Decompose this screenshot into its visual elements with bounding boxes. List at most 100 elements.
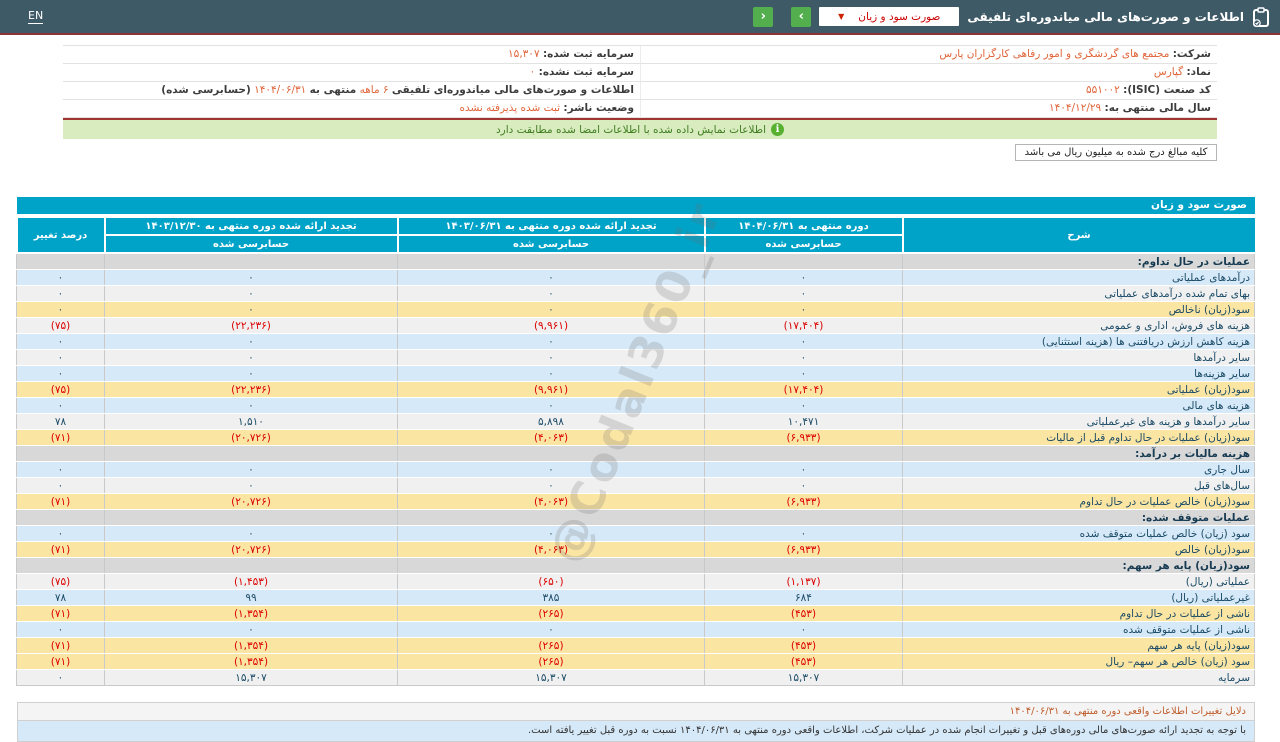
company-row: شرکت: مجتمع های گردشگری و امور رفاهی کار… xyxy=(640,46,1217,64)
row-value: ۰ xyxy=(104,477,398,494)
row-label: سود(زیان) عملیاتی xyxy=(902,381,1255,398)
footnote-text: با توجه به تجدید ارائه صورت‌های مالی دور… xyxy=(17,721,1255,742)
row-value: (۴,۰۶۳) xyxy=(397,541,705,558)
row-label: بهای تمام شده درآمدهای عملیاتی xyxy=(902,285,1255,302)
row-value: (۲۰,۷۲۶) xyxy=(104,429,398,446)
row-value: (۹,۹۶۱) xyxy=(397,317,705,334)
row-value xyxy=(397,253,705,270)
row-value: (۱۷,۴۰۴) xyxy=(704,317,903,334)
row-value: (۲۰,۷۲۶) xyxy=(104,493,398,510)
row-value: ۰ xyxy=(704,333,903,350)
row-value: ۰ xyxy=(397,301,705,318)
row-value: ۰ xyxy=(397,365,705,382)
table-row: ناشی از عملیات در حال تداوم (۴۵۳) (۲۶۵) (۱,… xyxy=(16,605,1255,622)
row-value: ۰ xyxy=(104,365,398,382)
table-row: سایر درآمدها ۰ ۰ ۰ ۰ xyxy=(16,349,1255,366)
chevron-down-icon: ▼ xyxy=(838,12,845,21)
row-value: (۱,۴۵۳) xyxy=(104,573,398,590)
row-value: ۰ xyxy=(704,285,903,302)
unregistered-capital-row: سرمایه ثبت نشده: ۰ xyxy=(63,64,640,82)
row-value: ۰ xyxy=(704,365,903,382)
table-row: سایر درآمدها و هزینه های غیرعملیاتی ۱۰,۴۷… xyxy=(16,413,1255,430)
row-value: ۰ xyxy=(16,365,105,382)
table-header: شرح دوره منتهی به ۱۴۰۴/۰۶/۳۱ تجدید ارائه… xyxy=(15,216,1255,254)
row-value: (۷۱) xyxy=(16,429,105,446)
table-row: سود(زیان) خالص (۶,۹۳۳) (۴,۰۶۳) (۲۰,۷۲۶) (۷۱) xyxy=(16,541,1255,558)
col-subheader-audited-2: حسابرسی شده xyxy=(396,234,706,254)
row-label: عملیات در حال تداوم: xyxy=(902,253,1255,270)
row-value xyxy=(104,253,398,270)
row-value: ۰ xyxy=(104,285,398,302)
row-value: (۷۵) xyxy=(16,317,105,334)
row-value: ۰ xyxy=(104,461,398,478)
row-value: ۰ xyxy=(397,333,705,350)
row-value: ۰ xyxy=(704,269,903,286)
row-value: ۰ xyxy=(704,397,903,414)
report-period-suffix: (حسابرسی شده) xyxy=(161,84,251,96)
row-value: (۴۵۳) xyxy=(704,605,903,622)
table-row: درآمدهای عملیاتی ۰ ۰ ۰ ۰ xyxy=(16,269,1255,286)
row-value: ۰ xyxy=(397,525,705,542)
section-row: عملیات در حال تداوم: xyxy=(16,253,1255,270)
table-row: سود(زیان) ناخالص ۰ ۰ ۰ ۰ xyxy=(16,301,1255,318)
row-label: سال‌های قبل xyxy=(902,477,1255,494)
info-icon: i xyxy=(771,123,784,136)
fiscal-year-row: سال مالی منتهی به: ۱۴۰۴/۱۲/۲۹ xyxy=(640,100,1217,118)
row-value xyxy=(104,557,398,574)
amount-unit-note: کلیه مبالغ درج شده به میلیون ریال می باش… xyxy=(1015,144,1217,161)
next-statement-button[interactable]: › xyxy=(791,6,812,27)
publisher-status-row: وضعیت ناشر: ثبت شده پذیرفته نشده xyxy=(63,100,640,118)
row-label: سایر درآمدها xyxy=(902,349,1255,366)
row-value: ۱,۵۱۰ xyxy=(104,413,398,430)
row-value: ۰ xyxy=(704,525,903,542)
row-value: ۷۸ xyxy=(16,413,105,430)
row-value: (۹,۹۶۱) xyxy=(397,381,705,398)
row-value: ۰ xyxy=(16,301,105,318)
row-label: سود(زیان) ناخالص xyxy=(902,301,1255,318)
row-value: ۰ xyxy=(104,333,398,350)
row-value: (۶,۹۳۳) xyxy=(704,493,903,510)
row-label: هزینه های مالی xyxy=(902,397,1255,414)
row-value: ۰ xyxy=(704,301,903,318)
row-value: ۰ xyxy=(104,397,398,414)
row-label: غیرعملیاتی (ریال) xyxy=(902,589,1255,606)
row-value: ۰ xyxy=(16,333,105,350)
row-label: ناشی از عملیات در حال تداوم xyxy=(902,605,1255,622)
row-value: ۱۰,۴۷۱ xyxy=(704,413,903,430)
row-label: عملیاتی (ریال) xyxy=(902,573,1255,590)
row-value: ۰ xyxy=(704,621,903,638)
row-label: سرمایه xyxy=(902,669,1255,686)
fiscal-year-label: سال مالی منتهی به: xyxy=(1104,102,1212,114)
table-row: سال جاری ۰ ۰ ۰ ۰ xyxy=(16,461,1255,478)
row-value: ۰ xyxy=(16,269,105,286)
table-row: عملیاتی (ریال) (۱,۱۳۷) (۶۵۰) (۱,۴۵۳) (۷۵) xyxy=(16,573,1255,590)
language-toggle-en[interactable]: EN xyxy=(28,9,44,24)
previous-statement-button[interactable]: ‹ xyxy=(753,6,774,27)
row-label: درآمدهای عملیاتی xyxy=(902,269,1255,286)
row-label: هزینه کاهش ارزش دریافتنی ها (هزینه استثن… xyxy=(902,333,1255,350)
top-header-bar: اطلاعات و صورت‌های مالی میاندوره‌ای تلفی… xyxy=(0,0,1280,33)
table-row: هزینه های مالی ۰ ۰ ۰ ۰ xyxy=(16,397,1255,414)
section-row: عملیات متوقف شده: xyxy=(16,509,1255,526)
row-value xyxy=(397,445,705,462)
table-row: سایر هزینه‌ها ۰ ۰ ۰ ۰ xyxy=(16,365,1255,382)
report-period-row: اطلاعات و صورت‌های مالی میاندوره‌ای تلفی… xyxy=(63,82,640,100)
isic-value: ۵۵۱۰۰۲ xyxy=(1085,84,1120,96)
table-row: سال‌های قبل ۰ ۰ ۰ ۰ xyxy=(16,477,1255,494)
row-value: ۰ xyxy=(104,301,398,318)
row-label: هزینه های فروش، اداری و عمومی xyxy=(902,317,1255,334)
row-value: (۷۱) xyxy=(16,605,105,622)
notice-text: اطلاعات نمایش داده شده با اطلاعات امضا ش… xyxy=(496,123,766,136)
statement-selector-dropdown[interactable]: ▼ صورت سود و زیان xyxy=(819,7,960,26)
row-value: (۱۷,۴۰۴) xyxy=(704,381,903,398)
row-value: ۰ xyxy=(704,477,903,494)
row-value: (۶۵۰) xyxy=(397,573,705,590)
table-row: هزینه های فروش، اداری و عمومی (۱۷,۴۰۴) (۹,… xyxy=(16,317,1255,334)
row-value: (۱,۳۵۴) xyxy=(104,637,398,654)
row-value: (۲۶۵) xyxy=(397,653,705,670)
row-value: ۰ xyxy=(397,349,705,366)
table-row: سود (زیان) خالص عملیات متوقف شده ۰ ۰ ۰ ۰ xyxy=(16,525,1255,542)
company-value: مجتمع های گردشگری و امور رفاهی کارگزاران… xyxy=(939,48,1170,60)
row-value: (۴۵۳) xyxy=(704,637,903,654)
row-value: (۷۵) xyxy=(16,381,105,398)
